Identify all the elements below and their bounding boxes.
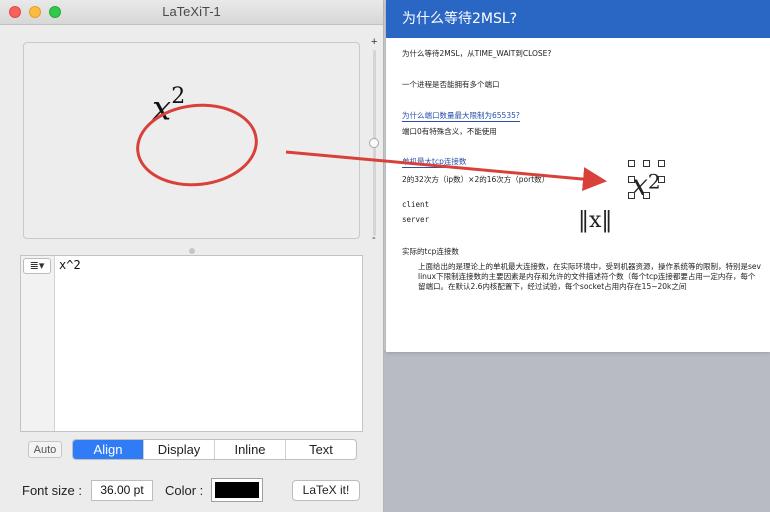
- doc-link-max-tcp[interactable]: 单机最大tcp连接数: [402, 156, 467, 168]
- split-view-handle[interactable]: [189, 248, 195, 254]
- latex-it-button[interactable]: LaTeX it!: [292, 480, 360, 501]
- resize-handle-mr[interactable]: [658, 176, 665, 183]
- drag-insertion-glyph: ‖x‖: [578, 208, 613, 233]
- window-title: LaTeXiT-1: [162, 4, 221, 19]
- resize-handle-ml[interactable]: [628, 176, 635, 183]
- doc-line-client: client: [402, 200, 430, 209]
- zoom-minus-label: -: [372, 232, 376, 244]
- resize-handle-tl[interactable]: [628, 160, 635, 167]
- doc-line-4: 端口0有特殊含义，不能使用: [402, 127, 497, 136]
- doc-paragraph-line-2: linux下限制连接数的主要因素是内存和允许的文件描述符个数（每个tcp连接都要…: [418, 272, 756, 281]
- auto-button[interactable]: Auto: [28, 441, 62, 458]
- doc-line-6: 2的32次方（ip数）×2的16次方（port数）: [402, 175, 550, 184]
- mode-text[interactable]: Text: [285, 440, 356, 459]
- resize-handle-tc[interactable]: [643, 160, 650, 167]
- color-swatch: [215, 482, 259, 498]
- pasted-formula[interactable]: x2: [628, 160, 671, 208]
- doc-paragraph-line-3: 留端口。在默认2.6内核配置下，经过试验，每个socket占用内存在15~20k…: [418, 282, 687, 291]
- title-bar[interactable]: LaTeXiT-1: [0, 0, 383, 25]
- color-well[interactable]: [211, 478, 263, 502]
- zoom-slider-knob[interactable]: [369, 138, 379, 148]
- document-window: 为什么等待2MSL? 为什么等待2MSL，从TIME_WAIT到CLOSE? 一…: [386, 0, 770, 352]
- mode-align[interactable]: Align: [73, 440, 143, 459]
- latexit-window: LaTeXiT-1 x2 + - ≣▾ x^2 Auto Align Displ…: [0, 0, 384, 512]
- source-code-text[interactable]: x^2: [59, 258, 81, 272]
- doc-line-server: server: [402, 215, 430, 224]
- doc-paragraph-line-1: 上面给出的是理论上的单机最大连接数，在实际环境中，受到机器资源，操作系统等的限制…: [418, 262, 761, 271]
- document-title: 为什么等待2MSL?: [386, 0, 770, 38]
- resize-handle-bl[interactable]: [628, 192, 635, 199]
- doc-line-1: 为什么等待2MSL，从TIME_WAIT到CLOSE?: [402, 49, 552, 58]
- doc-line-2: 一个进程是否能拥有多个端口: [402, 80, 500, 89]
- editor-gutter: ≣▾: [21, 256, 55, 431]
- doc-line-9: 实际的tcp连接数: [402, 247, 459, 256]
- mode-inline[interactable]: Inline: [214, 440, 285, 459]
- font-size-field[interactable]: 36.00 pt: [91, 480, 153, 501]
- mode-segmented-control: Align Display Inline Text: [72, 439, 357, 460]
- resize-handle-tr[interactable]: [658, 160, 665, 167]
- zoom-plus-label: +: [371, 36, 378, 48]
- color-label: Color :: [165, 483, 204, 498]
- resize-handle-bc[interactable]: [643, 192, 650, 199]
- font-size-label: Font size :: [22, 483, 82, 498]
- mode-display[interactable]: Display: [143, 440, 214, 459]
- history-menu-icon[interactable]: ≣▾: [23, 258, 51, 274]
- doc-link-port-limit[interactable]: 为什么端口数量最大限制为65535?: [402, 110, 520, 122]
- source-editor[interactable]: ≣▾ x^2: [20, 255, 363, 432]
- desktop-lower-area: [384, 350, 770, 512]
